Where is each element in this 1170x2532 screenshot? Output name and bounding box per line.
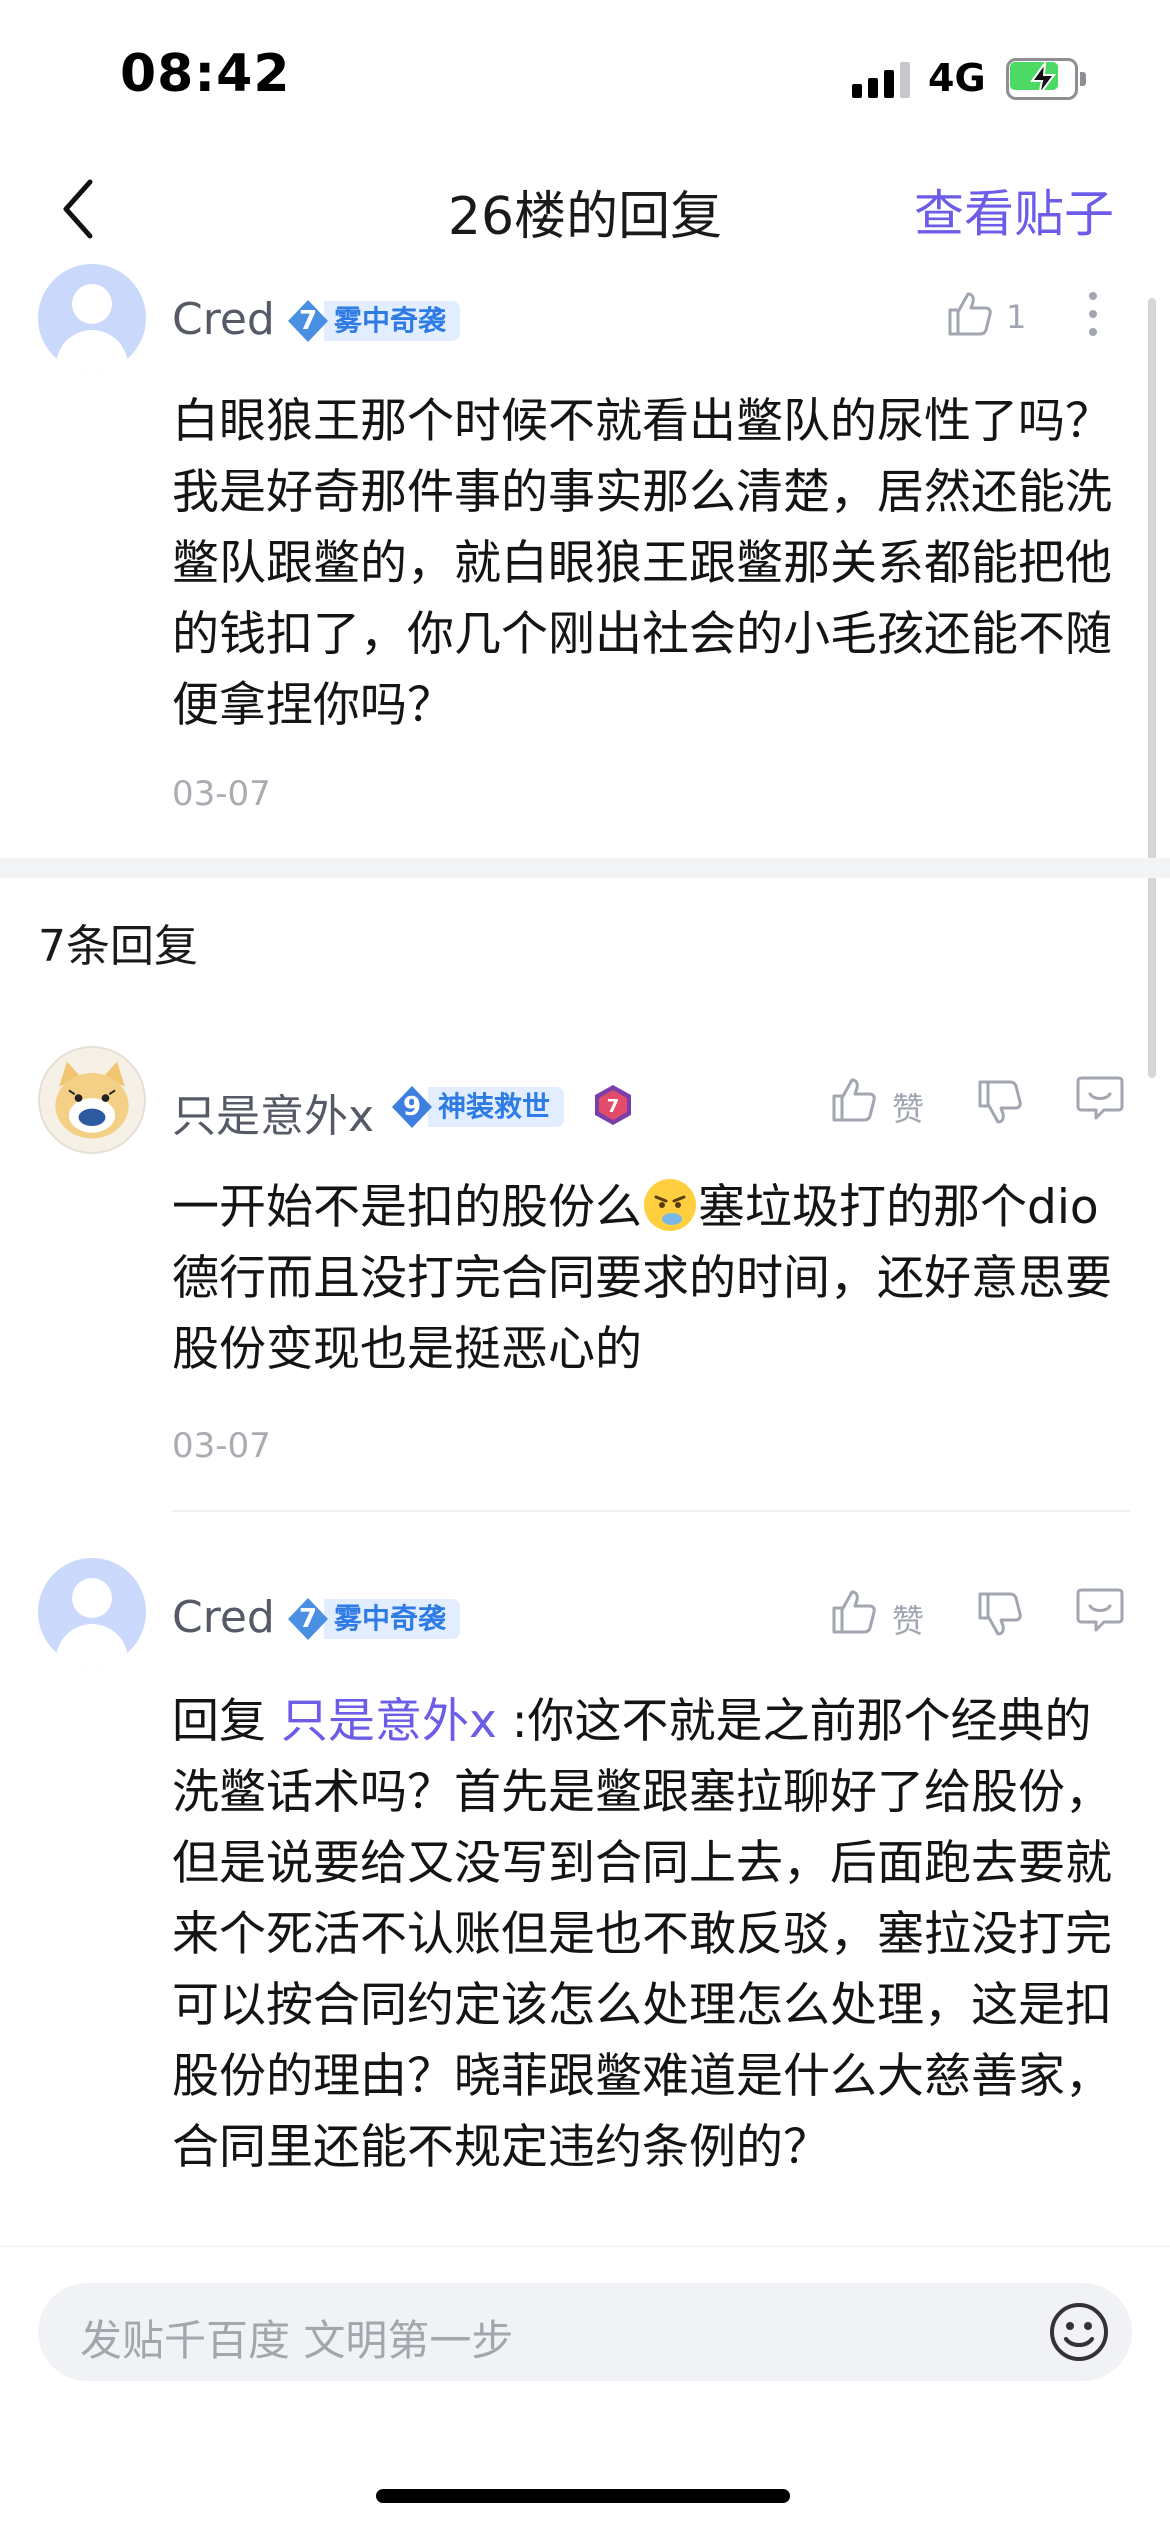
nav-bar: 26楼的回复 查看贴子 — [0, 150, 1170, 270]
section-divider — [0, 858, 1170, 878]
network-label: 4G — [928, 56, 986, 100]
thumb-up-icon[interactable] — [828, 1586, 880, 1638]
like-label[interactable]: 赞 — [892, 1084, 924, 1130]
post-date: 03-07 — [172, 774, 271, 814]
level-badge: 7 雾中奇袭 — [286, 1596, 461, 1642]
avatar[interactable] — [38, 1046, 146, 1154]
thumb-up-icon[interactable] — [944, 288, 996, 340]
reply-content: 回复 只是意外x :你这不就是之前那个经典的洗鳖话术吗？首先是鳖跟塞拉聊好了给股… — [172, 1694, 1112, 2175]
mention-link[interactable]: 只是意外x — [281, 1694, 497, 1749]
signal-icon — [852, 62, 912, 98]
home-indicator — [376, 2489, 790, 2503]
post-content: 白眼狼王那个时候不就看出鳖队的尿性了吗？我是好奇那件事的事实那么清楚，居然还能洗… — [172, 394, 1112, 733]
level-title: 神装救世 — [428, 1087, 565, 1127]
username[interactable]: Cred — [172, 294, 275, 345]
level-gem-icon: 9 — [390, 1084, 434, 1130]
status-bar: 08:42 4G — [0, 0, 1170, 150]
thumb-down-icon[interactable] — [974, 1588, 1026, 1640]
input-placeholder: 发贴千百度 文明第一步 — [80, 2316, 514, 2365]
level-title: 雾中奇袭 — [324, 301, 461, 341]
svg-text:7: 7 — [607, 1096, 620, 1117]
username[interactable]: Cred — [172, 1592, 275, 1643]
thumb-up-icon[interactable] — [828, 1074, 880, 1126]
more-icon[interactable] — [1078, 288, 1108, 340]
level-badge: 7 雾中奇袭 — [286, 298, 461, 344]
dog-avatar-icon — [55, 1061, 129, 1139]
avatar[interactable] — [38, 264, 146, 372]
battery-icon — [1006, 58, 1086, 100]
reply-date: 03-07 — [172, 1426, 271, 1466]
bottom-input-bar: 发贴千百度 文明第一步 — [0, 2246, 1170, 2532]
level-gem-icon: 7 — [286, 1596, 330, 1642]
angry-face-emoji-icon — [644, 1179, 696, 1231]
like-count: 1 — [1006, 298, 1027, 336]
avatar[interactable] — [38, 1558, 146, 1666]
like-label[interactable]: 赞 — [892, 1596, 924, 1642]
level-gem-icon: 7 — [286, 298, 330, 344]
thumb-down-icon[interactable] — [974, 1076, 1026, 1128]
reply-detail-page: 08:42 4G 26楼的回复 查看贴子 Cred 7 雾中奇袭 1 白眼狼王那… — [0, 0, 1170, 2532]
status-time: 08:42 — [120, 44, 291, 104]
reply-content: 一开始不是扣的股份么 塞垃圾打的那个dio德行而且没打完合同要求的时间，还好意思要… — [172, 1172, 1122, 1385]
username[interactable]: 只是意外x — [172, 1080, 374, 1144]
comment-icon[interactable] — [1074, 1072, 1126, 1124]
scrollbar[interactable] — [1148, 298, 1156, 1078]
emoji-icon[interactable] — [1046, 2299, 1112, 2365]
view-post-link[interactable]: 查看贴子 — [914, 174, 1114, 246]
level-title: 雾中奇袭 — [324, 1599, 461, 1639]
replies-count: 7条回复 — [38, 921, 198, 972]
comment-input[interactable]: 发贴千百度 文明第一步 — [38, 2283, 1132, 2381]
row-divider — [172, 1510, 1130, 1512]
level-badge: 9 神装救世 — [390, 1084, 565, 1130]
comment-icon[interactable] — [1074, 1584, 1126, 1636]
medal-icon: 7 — [590, 1082, 636, 1128]
